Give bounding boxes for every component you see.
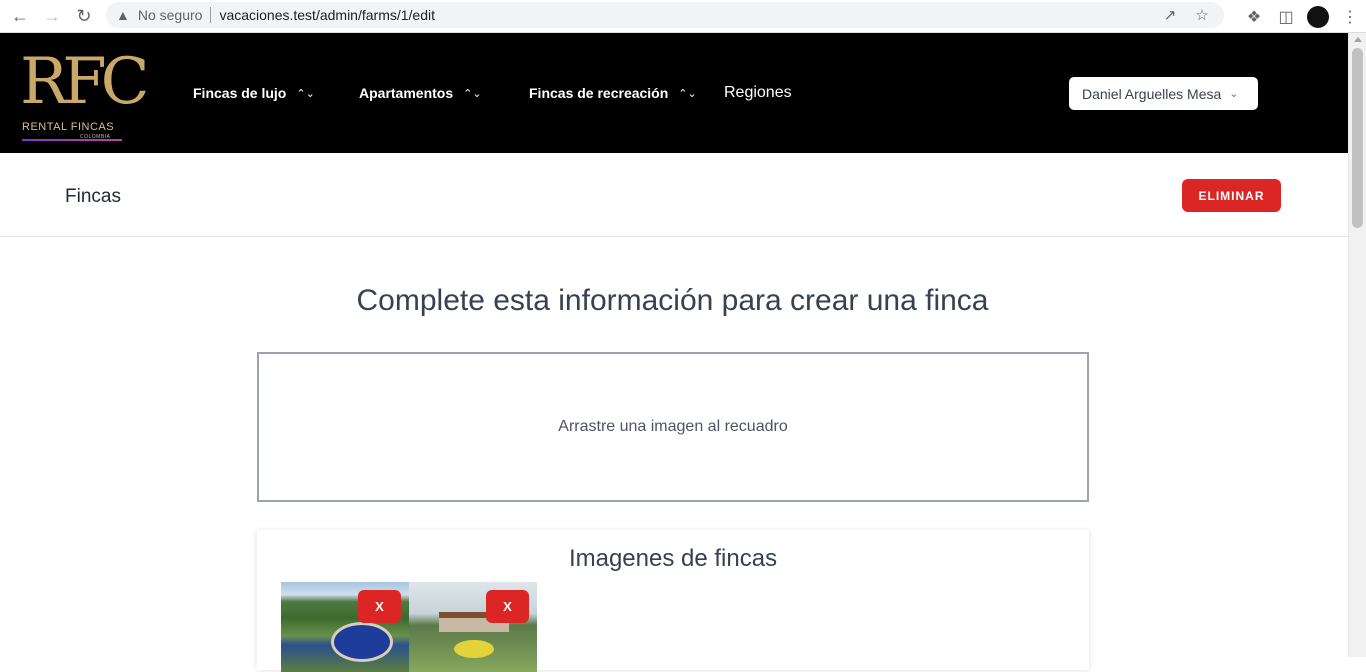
user-menu-button[interactable]: Daniel Arguelles Mesa ⌄: [1069, 77, 1258, 110]
images-title: Imagenes de fincas: [568, 545, 778, 572]
delete-button[interactable]: ELIMINAR: [1182, 179, 1281, 212]
farm-image-thumbnail: X: [281, 582, 409, 672]
page-header: Fincas ELIMINAR: [0, 153, 1348, 237]
warning-icon[interactable]: ▲: [116, 7, 130, 23]
share-icon[interactable]: ↗: [1156, 2, 1184, 28]
scroll-up-icon[interactable]: [1354, 37, 1362, 42]
bookmark-star-icon[interactable]: ☆: [1188, 2, 1216, 28]
nav-regiones[interactable]: Regiones: [724, 33, 792, 153]
remove-image-button[interactable]: X: [358, 590, 401, 623]
page-scrollbar[interactable]: [1348, 33, 1366, 657]
profile-avatar[interactable]: [1307, 5, 1329, 28]
side-panel-icon[interactable]: ◫: [1270, 3, 1302, 31]
extensions-puzzle-icon[interactable]: ❖: [1238, 3, 1270, 31]
nav-fincas-de-recreacion[interactable]: Fincas de recreación ⌃⌄: [529, 33, 697, 153]
page-title: Fincas: [65, 186, 121, 207]
logo-brand: RENTAL FINCAS: [22, 121, 115, 133]
logo-monogram: RFC: [20, 45, 150, 119]
nav-label: Fincas de lujo: [193, 85, 287, 101]
site-header: RFC RENTAL FINCAS COLOMBIA Fincas de luj…: [0, 33, 1348, 153]
browser-toolbar: ← → ↻ ▲ No seguro vacaciones.test/admin/…: [0, 0, 1366, 33]
chevron-updown-icon: ⌃⌄: [678, 87, 697, 100]
more-menu-icon[interactable]: ⋮: [1334, 3, 1366, 31]
forward-arrow-icon[interactable]: →: [36, 2, 68, 30]
url-text[interactable]: vacaciones.test/admin/farms/1/edit: [219, 7, 435, 23]
user-name: Daniel Arguelles Mesa: [1082, 85, 1222, 102]
back-arrow-icon[interactable]: ←: [4, 2, 36, 30]
reload-icon[interactable]: ↻: [68, 2, 100, 30]
chevron-updown-icon: ⌃⌄: [463, 87, 482, 100]
farm-image-thumbnail: X: [409, 582, 537, 672]
nav-apartamentos[interactable]: Apartamentos ⌃⌄: [359, 33, 482, 153]
nav-label: Fincas de recreación: [529, 85, 669, 101]
images-card: Imagenes de fincas X X: [257, 530, 1089, 672]
chevron-updown-icon: ⌃⌄: [296, 87, 315, 100]
flowers-shape: [454, 640, 494, 658]
logo-underline: [22, 139, 122, 141]
dropzone-text: Arrastre una imagen al recuadro: [558, 418, 788, 435]
address-bar[interactable]: ▲ No seguro vacaciones.test/admin/farms/…: [106, 2, 1224, 28]
address-divider: [210, 7, 212, 23]
remove-image-button[interactable]: X: [486, 590, 529, 623]
nav-fincas-de-lujo[interactable]: Fincas de lujo ⌃⌄: [193, 33, 315, 153]
security-label[interactable]: No seguro: [138, 7, 203, 23]
form-heading: Complete esta información para crear una…: [356, 284, 989, 317]
image-dropzone[interactable]: Arrastre una imagen al recuadro: [257, 352, 1089, 502]
scrollbar-thumb[interactable]: [1352, 48, 1363, 228]
nav-label: Regiones: [724, 84, 792, 101]
site-logo[interactable]: RFC RENTAL FINCAS COLOMBIA: [20, 45, 150, 143]
chevron-down-icon: ⌄: [1229, 88, 1239, 100]
nav-label: Apartamentos: [359, 85, 454, 101]
pool-shape: [331, 622, 393, 662]
